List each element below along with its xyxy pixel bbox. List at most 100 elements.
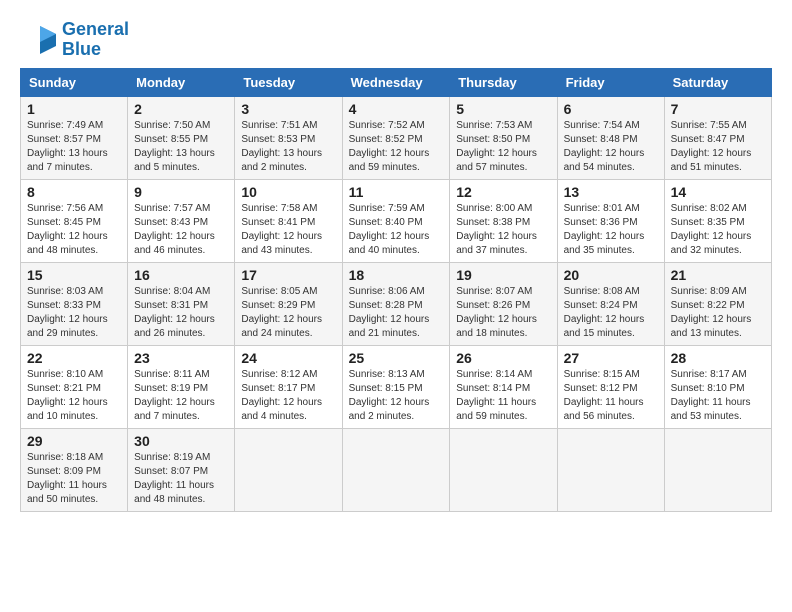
day-info: Sunrise: 7:56 AM Sunset: 8:45 PM Dayligh…: [27, 202, 121, 258]
calendar-cell: [664, 428, 771, 511]
calendar-cell: [557, 428, 664, 511]
calendar-cell: 7 Sunrise: 7:55 AM Sunset: 8:47 PM Dayli…: [664, 96, 771, 179]
logo-icon: [20, 22, 56, 58]
calendar-cell: 21 Sunrise: 8:09 AM Sunset: 8:22 PM Dayl…: [664, 262, 771, 345]
day-number: 12: [456, 184, 550, 200]
day-number: 14: [671, 184, 765, 200]
calendar-cell: 12 Sunrise: 8:00 AM Sunset: 8:38 PM Dayl…: [450, 179, 557, 262]
day-info: Sunrise: 8:03 AM Sunset: 8:33 PM Dayligh…: [27, 285, 121, 341]
day-number: 7: [671, 101, 765, 117]
day-number: 13: [564, 184, 658, 200]
day-number: 5: [456, 101, 550, 117]
calendar-cell: [342, 428, 450, 511]
day-number: 9: [134, 184, 228, 200]
calendar-table: SundayMondayTuesdayWednesdayThursdayFrid…: [20, 68, 772, 512]
calendar-cell: [235, 428, 342, 511]
day-info: Sunrise: 8:09 AM Sunset: 8:22 PM Dayligh…: [671, 285, 765, 341]
calendar-cell: 29 Sunrise: 8:18 AM Sunset: 8:09 PM Dayl…: [21, 428, 128, 511]
header-thursday: Thursday: [450, 68, 557, 96]
day-number: 6: [564, 101, 658, 117]
calendar-cell: 15 Sunrise: 8:03 AM Sunset: 8:33 PM Dayl…: [21, 262, 128, 345]
calendar-cell: 9 Sunrise: 7:57 AM Sunset: 8:43 PM Dayli…: [128, 179, 235, 262]
day-info: Sunrise: 8:04 AM Sunset: 8:31 PM Dayligh…: [134, 285, 228, 341]
calendar-cell: 4 Sunrise: 7:52 AM Sunset: 8:52 PM Dayli…: [342, 96, 450, 179]
calendar-cell: 13 Sunrise: 8:01 AM Sunset: 8:36 PM Dayl…: [557, 179, 664, 262]
calendar-cell: 23 Sunrise: 8:11 AM Sunset: 8:19 PM Dayl…: [128, 345, 235, 428]
page-header: General Blue: [20, 20, 772, 60]
day-info: Sunrise: 7:53 AM Sunset: 8:50 PM Dayligh…: [456, 119, 550, 175]
day-info: Sunrise: 7:49 AM Sunset: 8:57 PM Dayligh…: [27, 119, 121, 175]
week-row-1: 1 Sunrise: 7:49 AM Sunset: 8:57 PM Dayli…: [21, 96, 772, 179]
day-info: Sunrise: 8:07 AM Sunset: 8:26 PM Dayligh…: [456, 285, 550, 341]
calendar-cell: 26 Sunrise: 8:14 AM Sunset: 8:14 PM Dayl…: [450, 345, 557, 428]
day-info: Sunrise: 8:08 AM Sunset: 8:24 PM Dayligh…: [564, 285, 658, 341]
header-monday: Monday: [128, 68, 235, 96]
day-info: Sunrise: 7:58 AM Sunset: 8:41 PM Dayligh…: [241, 202, 335, 258]
day-number: 29: [27, 433, 121, 449]
header-row: SundayMondayTuesdayWednesdayThursdayFrid…: [21, 68, 772, 96]
week-row-2: 8 Sunrise: 7:56 AM Sunset: 8:45 PM Dayli…: [21, 179, 772, 262]
day-info: Sunrise: 8:05 AM Sunset: 8:29 PM Dayligh…: [241, 285, 335, 341]
week-row-3: 15 Sunrise: 8:03 AM Sunset: 8:33 PM Dayl…: [21, 262, 772, 345]
day-info: Sunrise: 7:52 AM Sunset: 8:52 PM Dayligh…: [349, 119, 444, 175]
calendar-cell: 8 Sunrise: 7:56 AM Sunset: 8:45 PM Dayli…: [21, 179, 128, 262]
day-info: Sunrise: 7:59 AM Sunset: 8:40 PM Dayligh…: [349, 202, 444, 258]
day-number: 28: [671, 350, 765, 366]
day-info: Sunrise: 8:15 AM Sunset: 8:12 PM Dayligh…: [564, 368, 658, 424]
day-info: Sunrise: 8:18 AM Sunset: 8:09 PM Dayligh…: [27, 451, 121, 507]
logo: General Blue: [20, 20, 129, 60]
day-info: Sunrise: 8:06 AM Sunset: 8:28 PM Dayligh…: [349, 285, 444, 341]
week-row-5: 29 Sunrise: 8:18 AM Sunset: 8:09 PM Dayl…: [21, 428, 772, 511]
calendar-cell: 10 Sunrise: 7:58 AM Sunset: 8:41 PM Dayl…: [235, 179, 342, 262]
day-number: 8: [27, 184, 121, 200]
day-number: 22: [27, 350, 121, 366]
day-info: Sunrise: 8:17 AM Sunset: 8:10 PM Dayligh…: [671, 368, 765, 424]
header-friday: Friday: [557, 68, 664, 96]
day-number: 1: [27, 101, 121, 117]
header-wednesday: Wednesday: [342, 68, 450, 96]
calendar-cell: 30 Sunrise: 8:19 AM Sunset: 8:07 PM Dayl…: [128, 428, 235, 511]
day-info: Sunrise: 7:51 AM Sunset: 8:53 PM Dayligh…: [241, 119, 335, 175]
day-number: 4: [349, 101, 444, 117]
day-info: Sunrise: 8:10 AM Sunset: 8:21 PM Dayligh…: [27, 368, 121, 424]
day-info: Sunrise: 8:00 AM Sunset: 8:38 PM Dayligh…: [456, 202, 550, 258]
day-info: Sunrise: 7:57 AM Sunset: 8:43 PM Dayligh…: [134, 202, 228, 258]
calendar-cell: 1 Sunrise: 7:49 AM Sunset: 8:57 PM Dayli…: [21, 96, 128, 179]
day-info: Sunrise: 8:13 AM Sunset: 8:15 PM Dayligh…: [349, 368, 444, 424]
day-number: 30: [134, 433, 228, 449]
calendar-cell: 25 Sunrise: 8:13 AM Sunset: 8:15 PM Dayl…: [342, 345, 450, 428]
calendar-cell: 17 Sunrise: 8:05 AM Sunset: 8:29 PM Dayl…: [235, 262, 342, 345]
day-number: 25: [349, 350, 444, 366]
day-number: 18: [349, 267, 444, 283]
week-row-4: 22 Sunrise: 8:10 AM Sunset: 8:21 PM Dayl…: [21, 345, 772, 428]
day-info: Sunrise: 7:54 AM Sunset: 8:48 PM Dayligh…: [564, 119, 658, 175]
calendar-cell: 5 Sunrise: 7:53 AM Sunset: 8:50 PM Dayli…: [450, 96, 557, 179]
day-number: 11: [349, 184, 444, 200]
calendar-cell: 6 Sunrise: 7:54 AM Sunset: 8:48 PM Dayli…: [557, 96, 664, 179]
calendar-cell: 22 Sunrise: 8:10 AM Sunset: 8:21 PM Dayl…: [21, 345, 128, 428]
day-number: 20: [564, 267, 658, 283]
logo-text: General Blue: [62, 20, 129, 60]
header-tuesday: Tuesday: [235, 68, 342, 96]
day-number: 15: [27, 267, 121, 283]
calendar-cell: 28 Sunrise: 8:17 AM Sunset: 8:10 PM Dayl…: [664, 345, 771, 428]
calendar-cell: 2 Sunrise: 7:50 AM Sunset: 8:55 PM Dayli…: [128, 96, 235, 179]
header-saturday: Saturday: [664, 68, 771, 96]
day-number: 23: [134, 350, 228, 366]
calendar-body: 1 Sunrise: 7:49 AM Sunset: 8:57 PM Dayli…: [21, 96, 772, 511]
day-info: Sunrise: 8:11 AM Sunset: 8:19 PM Dayligh…: [134, 368, 228, 424]
day-info: Sunrise: 8:12 AM Sunset: 8:17 PM Dayligh…: [241, 368, 335, 424]
day-info: Sunrise: 8:14 AM Sunset: 8:14 PM Dayligh…: [456, 368, 550, 424]
day-info: Sunrise: 7:50 AM Sunset: 8:55 PM Dayligh…: [134, 119, 228, 175]
day-number: 16: [134, 267, 228, 283]
day-number: 17: [241, 267, 335, 283]
day-number: 24: [241, 350, 335, 366]
day-info: Sunrise: 8:02 AM Sunset: 8:35 PM Dayligh…: [671, 202, 765, 258]
day-info: Sunrise: 8:01 AM Sunset: 8:36 PM Dayligh…: [564, 202, 658, 258]
calendar-cell: 27 Sunrise: 8:15 AM Sunset: 8:12 PM Dayl…: [557, 345, 664, 428]
calendar-cell: 20 Sunrise: 8:08 AM Sunset: 8:24 PM Dayl…: [557, 262, 664, 345]
day-info: Sunrise: 8:19 AM Sunset: 8:07 PM Dayligh…: [134, 451, 228, 507]
calendar-cell: 3 Sunrise: 7:51 AM Sunset: 8:53 PM Dayli…: [235, 96, 342, 179]
day-info: Sunrise: 7:55 AM Sunset: 8:47 PM Dayligh…: [671, 119, 765, 175]
calendar-cell: 14 Sunrise: 8:02 AM Sunset: 8:35 PM Dayl…: [664, 179, 771, 262]
